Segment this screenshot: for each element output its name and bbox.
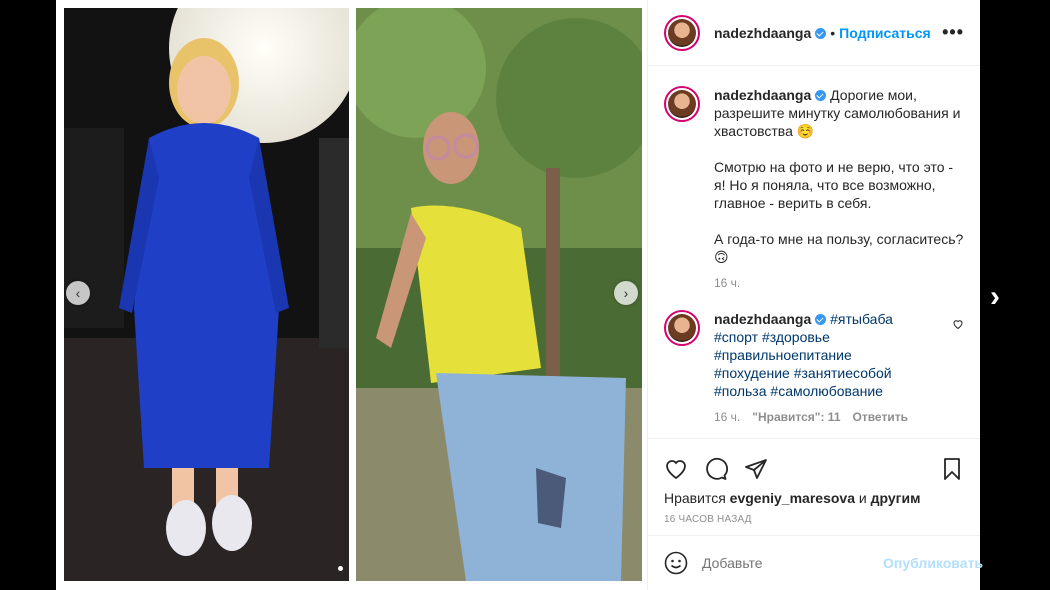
caption-text-3: А года-то мне на пользу, согласитесь?🙃 — [714, 231, 964, 265]
reply-button[interactable]: Ответить — [853, 408, 908, 426]
more-options-icon[interactable]: ••• — [942, 22, 964, 43]
chevron-left-icon: ‹ — [75, 285, 81, 301]
post-modal: ‹ › nadezhdaanga • Подписаться ••• nadez… — [56, 0, 983, 590]
chevron-right-icon: › — [623, 285, 629, 301]
post-sidebar: nadezhdaanga • Подписаться ••• nadezhdaa… — [648, 0, 983, 590]
liked-by-others[interactable]: другим — [871, 490, 921, 506]
like-comment-icon[interactable] — [952, 318, 964, 333]
hashtag-link[interactable]: #похудение — [714, 365, 790, 381]
carousel-prev-button[interactable]: ‹ — [66, 281, 90, 305]
next-post-icon[interactable]: › — [990, 280, 1000, 314]
photo-after — [356, 8, 642, 581]
avatar[interactable] — [664, 86, 700, 122]
publish-button[interactable]: Опубликовать — [883, 555, 983, 571]
avatar[interactable] — [664, 310, 700, 346]
heart-icon[interactable] — [664, 457, 688, 481]
avatar[interactable] — [664, 14, 700, 51]
comment: nadezhdaanga #ятыбаба #спорт #здоровье #… — [664, 310, 964, 426]
comment-likes[interactable]: "Нравится": 11 — [752, 408, 840, 426]
caption-text-2: Смотрю на фото и не верю, что это - я! Н… — [714, 159, 954, 211]
hashtag-link[interactable]: #ятыбаба — [830, 311, 893, 327]
comment-icon[interactable] — [704, 457, 728, 481]
emoji-icon[interactable] — [664, 551, 688, 575]
caption-time[interactable]: 16 ч. — [714, 274, 740, 292]
post-media: ‹ › — [56, 0, 648, 590]
hashtag-link[interactable]: #занятиесобой — [794, 365, 892, 381]
post-timestamp[interactable]: 16 ЧАСОВ НАЗАД — [648, 506, 980, 536]
carousel-next-button[interactable]: › — [614, 281, 638, 305]
header-separator: • — [830, 24, 836, 41]
comment-username[interactable]: nadezhdaanga — [714, 311, 827, 327]
share-icon[interactable] — [744, 457, 768, 481]
follow-button[interactable]: Подписаться — [839, 25, 931, 41]
caption-username[interactable]: nadezhdaanga — [714, 87, 827, 103]
carousel-dots — [338, 566, 343, 571]
verified-icon — [815, 314, 827, 325]
caption: nadezhdaanga Дорогие мои, разрешите мину… — [664, 86, 964, 292]
add-comment-bar: Опубликовать — [648, 536, 983, 590]
post-actions — [648, 438, 980, 488]
hashtag-link[interactable]: #самолюбование — [770, 383, 883, 399]
hashtag-link[interactable]: #правильноепитание — [714, 347, 852, 363]
carousel-dot — [338, 566, 343, 571]
verified-icon — [815, 27, 827, 39]
likes-summary: Нравится evgeniy_maresova и другим — [664, 490, 921, 506]
hashtag-link[interactable]: #польза — [714, 383, 767, 399]
verified-icon — [815, 90, 827, 101]
hashtag-link[interactable]: #здоровье — [762, 329, 830, 345]
liked-by-user[interactable]: evgeniy_maresova — [730, 490, 855, 506]
header-username[interactable]: nadezhdaanga — [714, 25, 827, 41]
bookmark-icon[interactable] — [940, 457, 964, 481]
photo-before — [64, 8, 349, 581]
comment-input[interactable] — [702, 555, 883, 571]
post-header: nadezhdaanga • Подписаться ••• — [648, 0, 980, 66]
comment-time[interactable]: 16 ч. — [714, 408, 740, 426]
comments-list: nadezhdaanga Дорогие мои, разрешите мину… — [648, 66, 980, 438]
hashtag-link[interactable]: #спорт — [714, 329, 758, 345]
